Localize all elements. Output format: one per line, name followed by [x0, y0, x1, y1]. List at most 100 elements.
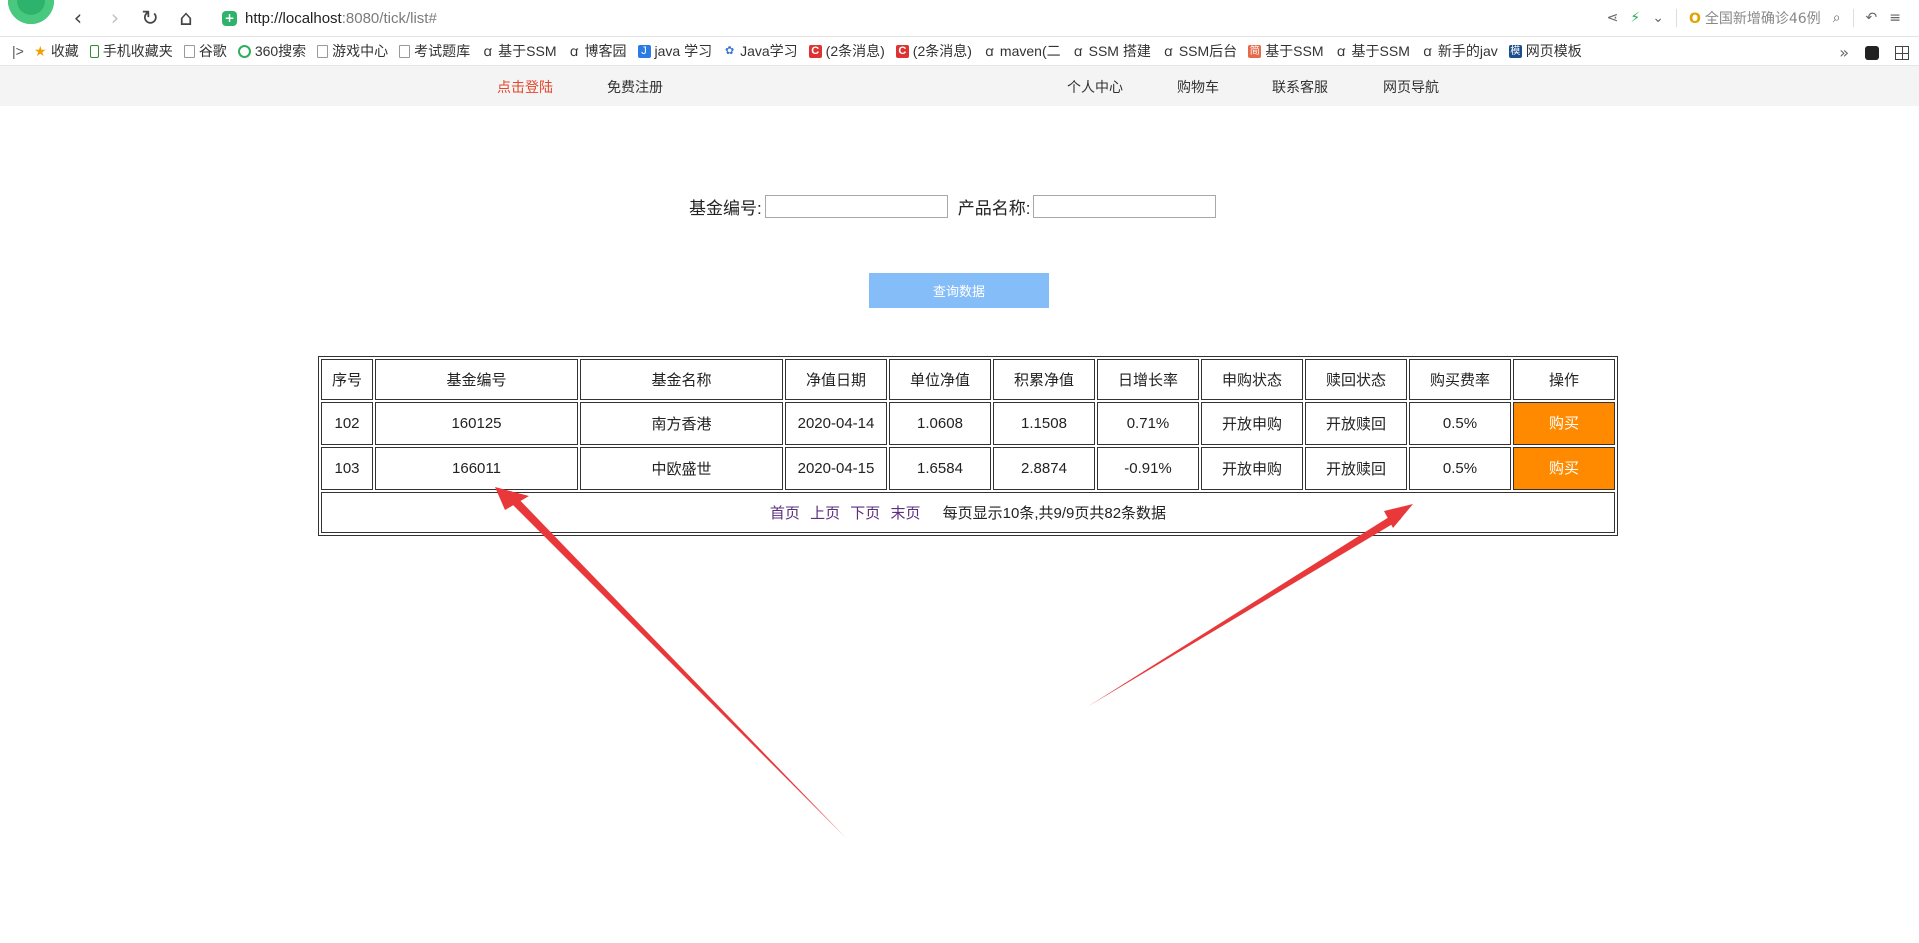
- pager-info: 每页显示10条,共9/9页共82条数据: [942, 505, 1167, 522]
- forward-icon[interactable]: ›: [101, 4, 129, 32]
- share-icon[interactable]: ⋖: [1607, 10, 1619, 26]
- cell-index: 102: [321, 402, 373, 445]
- cell-fund-name: 中欧盛世: [580, 447, 783, 490]
- cell-purchase-status: 开放申购: [1201, 447, 1303, 490]
- secure-icon: +: [222, 10, 237, 26]
- bookmark-label: (2条消息): [912, 43, 972, 59]
- query-button[interactable]: 查询数据: [869, 273, 1049, 308]
- sitemap-link[interactable]: 网页导航: [1383, 77, 1439, 97]
- search-form: 基金编号: 产品名称:: [689, 194, 1226, 219]
- address-bar[interactable]: + http://localhost:8080/tick/list#: [222, 4, 1522, 32]
- reload-icon[interactable]: ↻: [136, 4, 164, 32]
- news-ticker[interactable]: O 全国新增确诊46例: [1689, 8, 1821, 28]
- bookmark-item[interactable]: ✿ Java学习: [723, 41, 798, 61]
- register-link[interactable]: 免费注册: [607, 77, 663, 97]
- browser-logo-icon: [8, 0, 54, 24]
- cell-acc-nav: 2.8874: [993, 447, 1095, 490]
- bookmark-item[interactable]: ꭤ 基于SSM: [481, 41, 556, 61]
- sidebar-toggle-icon[interactable]: |>: [12, 43, 24, 59]
- pager-next-link[interactable]: 下页: [850, 505, 880, 522]
- browser-toolbar: ‹ › ↻ ⌂ + http://localhost:8080/tick/lis…: [0, 0, 1919, 37]
- cell-daily-growth: -0.91%: [1097, 447, 1199, 490]
- bookmark-item[interactable]: Jjava 学习: [637, 41, 713, 61]
- product-name-input[interactable]: [1033, 195, 1217, 218]
- apps-grid-icon[interactable]: [1895, 45, 1909, 60]
- site-nav: 点击登陆 免费注册 个人中心 购物车 联系客服 网页导航: [0, 66, 1919, 106]
- cell-fee-rate: 0.5%: [1409, 447, 1511, 490]
- annotation-arrow-left: [495, 487, 846, 838]
- lightning-icon[interactable]: ⚡: [1630, 10, 1640, 26]
- pager-first-link[interactable]: 首页: [770, 505, 800, 522]
- bookmark-label: 手机收藏夹: [102, 43, 173, 59]
- login-link[interactable]: 点击登陆: [497, 77, 553, 97]
- bookmark-item[interactable]: 简基于SSM: [1248, 41, 1324, 61]
- header-fund-name: 基金名称: [580, 359, 783, 400]
- bookmark-item[interactable]: 游戏中心: [317, 41, 388, 61]
- bookmark-item[interactable]: C (2条消息): [808, 41, 885, 61]
- cell-index: 103: [321, 447, 373, 490]
- page-icon: [317, 44, 329, 58]
- cell-action: 购买: [1513, 402, 1615, 445]
- header-action: 操作: [1513, 359, 1615, 400]
- cell-purchase-status: 开放申购: [1201, 402, 1303, 445]
- buy-button[interactable]: 购买: [1514, 448, 1614, 489]
- cart-link[interactable]: 购物车: [1177, 77, 1219, 97]
- page-icon: [183, 44, 195, 58]
- bookmark-item[interactable]: C (2条消息): [895, 41, 972, 61]
- extension-icon[interactable]: [1865, 45, 1879, 60]
- bookmark-item[interactable]: ꭤ maven(二: [983, 41, 1061, 61]
- back-icon[interactable]: ‹: [64, 4, 92, 32]
- bookmark-item[interactable]: 360搜索: [237, 41, 306, 61]
- pager-last-link[interactable]: 末页: [890, 505, 920, 522]
- bookmark-label: maven(二: [999, 43, 1061, 59]
- bookmarks-right: »: [1839, 43, 1909, 62]
- more-bookmarks-icon[interactable]: »: [1839, 43, 1849, 62]
- cell-nav-date: 2020-04-15: [785, 447, 887, 490]
- cell-fund-code: 166011: [375, 447, 578, 490]
- buy-button[interactable]: 购买: [1514, 403, 1614, 444]
- bookmark-label: SSM后台: [1178, 43, 1238, 59]
- bookmark-label: (2条消息): [825, 43, 885, 59]
- bookmark-item[interactable]: ꭤ 基于SSM: [1335, 41, 1410, 61]
- page-icon: [399, 44, 411, 58]
- bookmark-label: 网页模板: [1525, 43, 1582, 59]
- header-fund-code: 基金编号: [375, 359, 578, 400]
- bookmark-label: 新手的jav: [1437, 43, 1498, 59]
- header-acc-nav: 积累净值: [993, 359, 1095, 400]
- circle-icon: [237, 44, 251, 58]
- bookmark-item[interactable]: 考试题库: [399, 41, 470, 61]
- bookmark-item[interactable]: ꭤ SSM后台: [1162, 41, 1237, 61]
- bookmark-item[interactable]: 模网页模板: [1508, 41, 1582, 61]
- toolbar-right: ⋖ ⚡ ⌄ O 全国新增确诊46例 ⌕ ↶ ≡: [1607, 4, 1901, 32]
- bookmark-item[interactable]: ★ 收藏: [34, 41, 79, 61]
- cell-nav-date: 2020-04-14: [785, 402, 887, 445]
- cell-daily-growth: 0.71%: [1097, 402, 1199, 445]
- search-icon[interactable]: ⌕: [1833, 10, 1841, 26]
- support-link[interactable]: 联系客服: [1272, 77, 1328, 97]
- bookmark-label: 基于SSM: [1265, 43, 1324, 59]
- bookmark-label: java 学习: [654, 43, 713, 59]
- pager-prev-link[interactable]: 上页: [810, 505, 840, 522]
- url-text[interactable]: http://localhost:8080/tick/list#: [245, 10, 437, 27]
- chevron-down-icon[interactable]: ⌄: [1652, 10, 1664, 26]
- bookmark-item[interactable]: 手机收藏夹: [89, 41, 173, 61]
- cell-unit-nav: 1.6584: [889, 447, 991, 490]
- a-icon: ꭤ: [569, 42, 579, 59]
- home-icon[interactable]: ⌂: [172, 4, 200, 32]
- fund-table: 序号 基金编号 基金名称 净值日期 单位净值 积累净值 日增长率 申购状态 赎回…: [318, 356, 1618, 536]
- undo-icon[interactable]: ↶: [1866, 10, 1878, 26]
- star-icon: ★: [34, 42, 47, 59]
- header-redeem-status: 赎回状态: [1305, 359, 1407, 400]
- bookmark-item[interactable]: ꭤ 新手的jav: [1421, 41, 1498, 61]
- bookmark-item[interactable]: 谷歌: [183, 41, 227, 61]
- bookmark-label: 基于SSM: [1351, 43, 1410, 59]
- header-unit-nav: 单位净值: [889, 359, 991, 400]
- bookmark-label: 收藏: [50, 43, 79, 59]
- menu-icon[interactable]: ≡: [1889, 10, 1901, 26]
- bookmark-item[interactable]: ꭤ SSM 搭建: [1072, 41, 1151, 61]
- bookmark-label: 谷歌: [198, 43, 227, 59]
- table-row: 102 160125 南方香港 2020-04-14 1.0608 1.1508…: [321, 402, 1615, 445]
- personal-center-link[interactable]: 个人中心: [1067, 77, 1123, 97]
- bookmark-item[interactable]: ꭤ 博客园: [568, 41, 627, 61]
- fund-code-input[interactable]: [764, 195, 948, 218]
